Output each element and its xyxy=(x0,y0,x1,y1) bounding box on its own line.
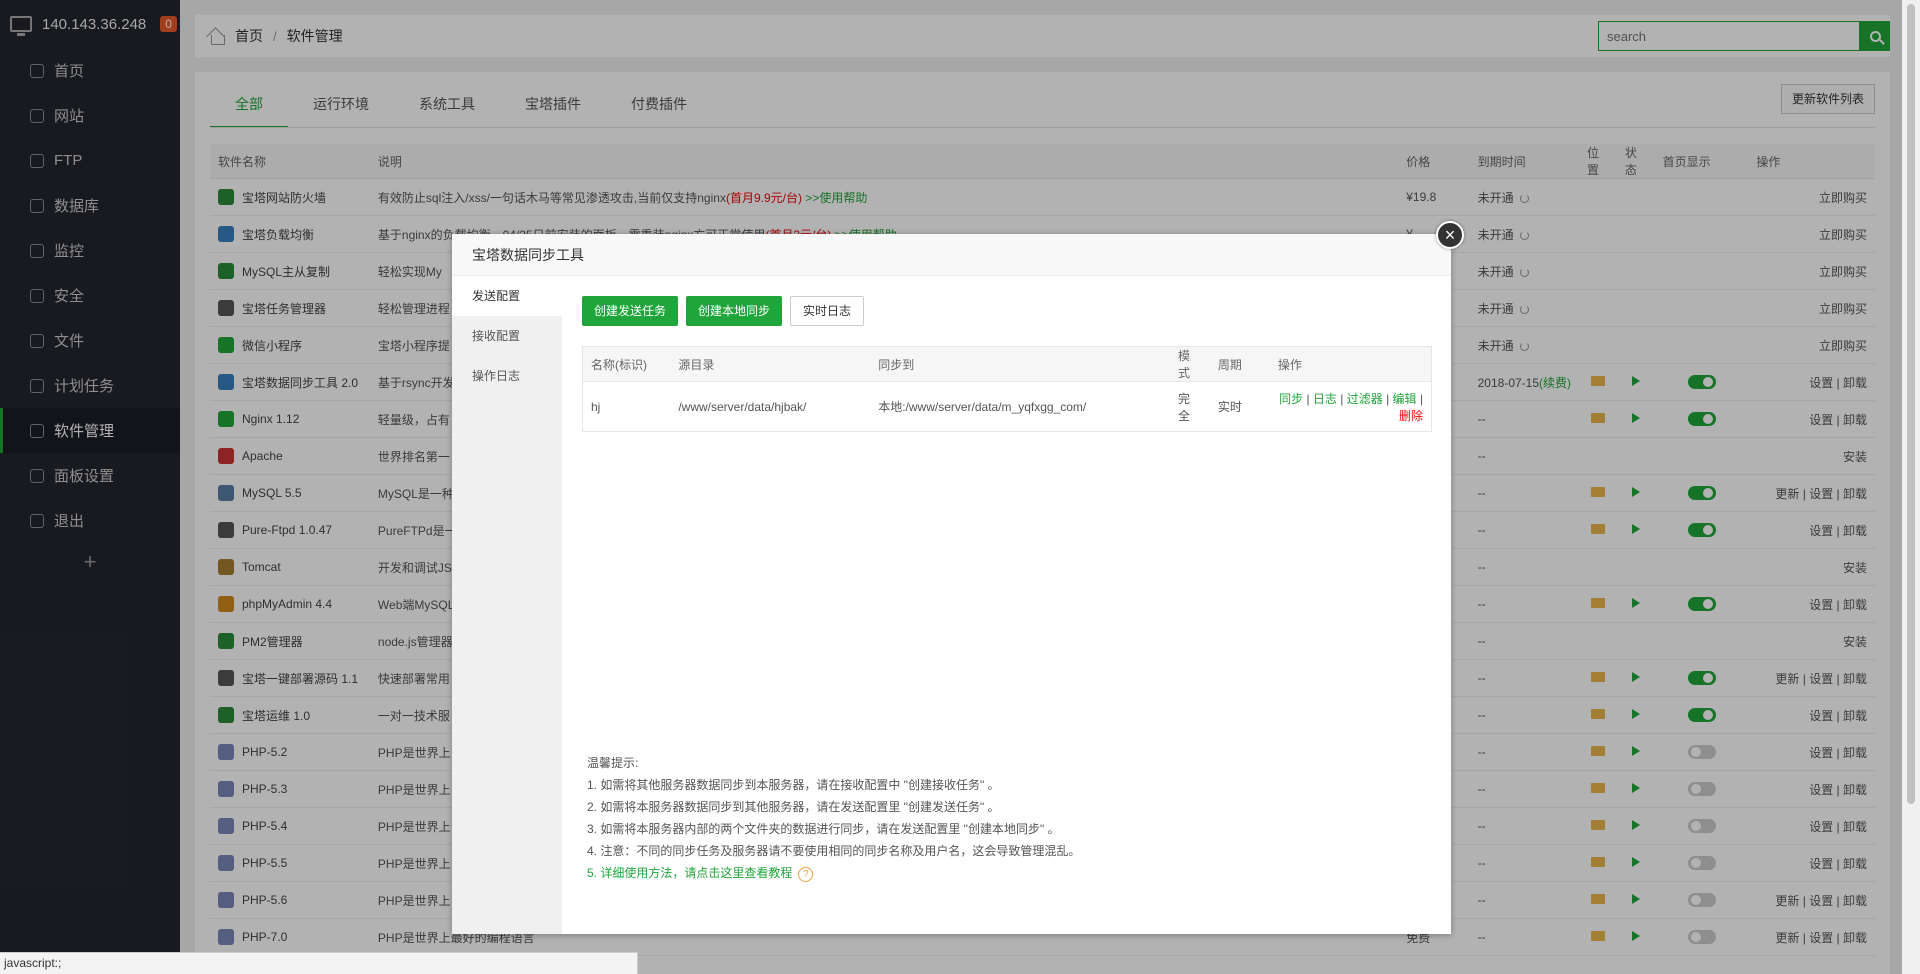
sync-task-table: 名称(标识) 源目录 同步到 模式 周期 操作 hj /www/server/data/h… xyxy=(582,346,1432,432)
task-name: hj xyxy=(591,399,601,414)
column-header: 操作 xyxy=(1269,346,1432,382)
column-header: 模式 xyxy=(1169,346,1210,382)
task-target[interactable]: 本地:/www/server/data/m_yqfxgg_com/ xyxy=(870,382,1170,432)
dialog-side-menu: 发送配置 接收配置 操作日志 xyxy=(452,276,562,934)
delete-link[interactable]: 删除 xyxy=(1399,409,1423,423)
status-bar: javascript:; xyxy=(0,952,638,974)
dialog-title: 宝塔数据同步工具 xyxy=(452,234,1451,276)
tips: 温馨提示: 1. 如需将其他服务器数据同步到本服务器，请在接收配置中 "创建接收… xyxy=(587,752,1080,884)
realtime-log-button[interactable]: 实时日志 xyxy=(790,296,865,326)
column-header: 源目录 xyxy=(670,346,871,382)
tip-line: 2. 如需将本服务器数据同步到其他服务器，请在发送配置里 "创建发送任务" 。 xyxy=(587,800,1000,814)
column-header: 名称(标识) xyxy=(582,346,671,382)
task-source[interactable]: /www/server/data/hjbak/ xyxy=(670,382,870,432)
op-link[interactable]: 日志 xyxy=(1313,392,1337,406)
side-item-0[interactable]: 发送配置 xyxy=(452,276,562,316)
side-item-1[interactable]: 接收配置 xyxy=(452,316,562,356)
dialog-body: 创建发送任务 创建本地同步 实时日志 名称(标识) 源目录 同步到 模式 周期 操作 hj /… xyxy=(562,276,1451,934)
op-link[interactable]: 过滤器 xyxy=(1347,392,1383,406)
scrollbar[interactable] xyxy=(1902,0,1920,974)
table-row: hj /www/server/data/hjbak/ 本地:/www/serve… xyxy=(583,382,1432,432)
tip-line: 4. 注意：不同的同步任务及服务器请不要使用相同的同步名称及用户名，这会导致管理… xyxy=(587,844,1081,858)
column-header: 同步到 xyxy=(870,346,1170,382)
task-mode: 完全 xyxy=(1177,391,1190,423)
help-icon[interactable]: ? xyxy=(798,867,814,882)
task-ops: 同步 | 日志 | 过滤器 | 编辑 | 删除 xyxy=(1279,391,1423,423)
column-header: 周期 xyxy=(1209,346,1270,382)
task-cycle: 实时 xyxy=(1217,400,1242,414)
tutorial-link[interactable]: 5. 详细使用方法，请点击这里查看教程 xyxy=(587,866,792,880)
create-send-task-button[interactable]: 创建发送任务 xyxy=(582,296,679,326)
sync-tool-dialog: 宝塔数据同步工具 × 发送配置 接收配置 操作日志 创建发送任务 创建本地同步 实时日志… xyxy=(452,221,1464,934)
tips-title: 温馨提示: xyxy=(587,756,639,770)
op-link[interactable]: 同步 xyxy=(1279,392,1303,406)
op-link[interactable]: 编辑 xyxy=(1393,392,1417,406)
create-local-sync-button[interactable]: 创建本地同步 xyxy=(686,296,783,326)
close-icon[interactable]: × xyxy=(1436,221,1464,249)
side-item-2[interactable]: 操作日志 xyxy=(452,356,562,396)
tip-line: 3. 如需将本服务器内部的两个文件夹的数据进行同步，请在发送配置里 "创建本地同… xyxy=(587,822,1060,836)
tip-line: 1. 如需将其他服务器数据同步到本服务器，请在接收配置中 "创建接收任务" 。 xyxy=(587,778,1000,792)
